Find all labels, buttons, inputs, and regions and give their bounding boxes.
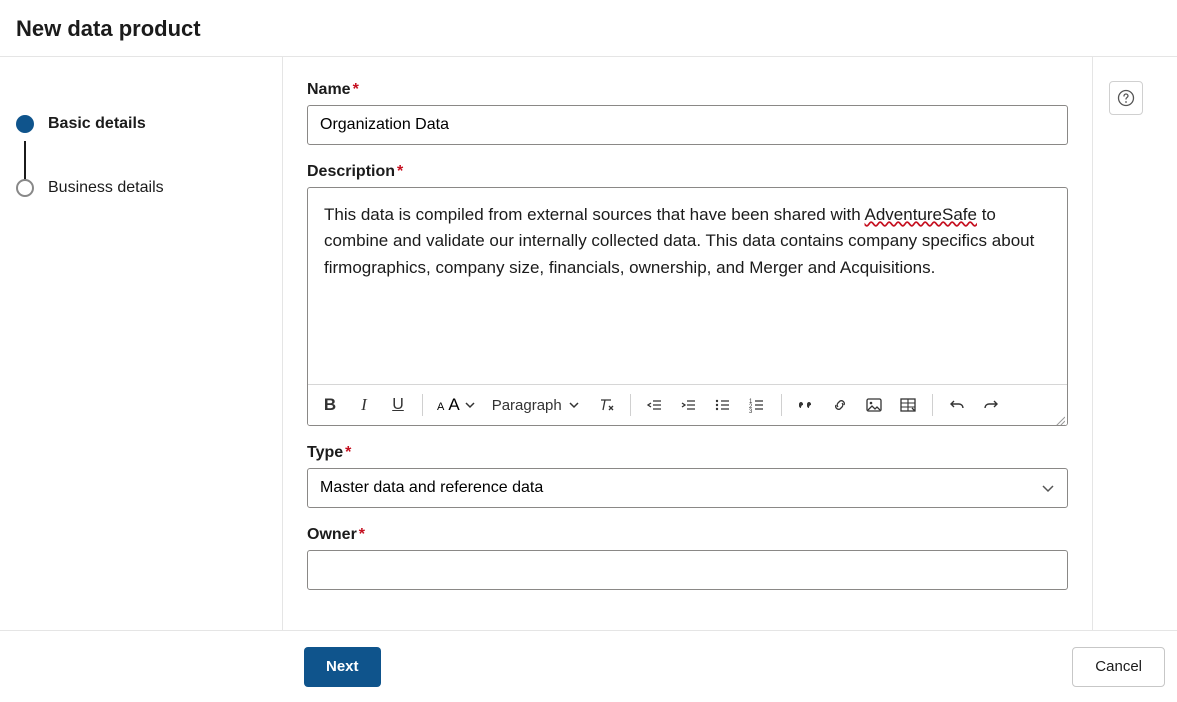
chevron-down-icon — [568, 399, 580, 411]
help-panel — [1093, 57, 1177, 630]
toolbar-separator — [422, 394, 423, 416]
cancel-button[interactable]: Cancel — [1072, 647, 1165, 687]
font-size-icon: A — [437, 401, 444, 413]
redo-button[interactable] — [975, 389, 1007, 421]
chevron-down-icon — [464, 399, 476, 411]
undo-button[interactable] — [941, 389, 973, 421]
clear-formatting-button[interactable] — [590, 389, 622, 421]
type-label: Type* — [307, 444, 1068, 462]
required-indicator-icon: * — [397, 163, 403, 180]
required-indicator-icon: * — [345, 444, 351, 461]
required-indicator-icon: * — [359, 526, 365, 543]
toolbar-separator — [932, 394, 933, 416]
paragraph-label: Paragraph — [492, 397, 562, 414]
step-label: Basic details — [48, 115, 146, 133]
link-icon — [831, 396, 849, 414]
step-basic-details[interactable]: Basic details — [0, 105, 282, 143]
description-spellcheck-word: AdventureSafe — [865, 205, 977, 224]
step-business-details[interactable]: Business details — [0, 169, 282, 207]
rich-text-editor: This data is compiled from external sour… — [307, 187, 1068, 426]
toolbar-separator — [630, 394, 631, 416]
indent-icon — [680, 396, 698, 414]
paragraph-style-button[interactable]: Paragraph — [484, 389, 588, 421]
label-text: Name — [307, 81, 351, 98]
redo-icon — [982, 396, 1000, 414]
label-text: Description — [307, 163, 395, 180]
name-input[interactable] — [307, 105, 1068, 145]
step-dot-active-icon — [16, 115, 34, 133]
underline-icon: U — [392, 396, 404, 414]
form-panel: Name* Description* This data is compiled… — [283, 57, 1093, 630]
outdent-button[interactable] — [639, 389, 671, 421]
stepper-sidebar: Basic details Business details — [0, 57, 283, 630]
clear-formatting-icon — [597, 396, 615, 414]
bullet-list-icon — [714, 396, 732, 414]
bold-button[interactable]: B — [314, 389, 346, 421]
quote-button[interactable] — [790, 389, 822, 421]
italic-button[interactable]: I — [348, 389, 380, 421]
header: New data product — [0, 0, 1177, 57]
step-dot-inactive-icon — [16, 179, 34, 197]
toolbar-separator — [781, 394, 782, 416]
image-button[interactable] — [858, 389, 890, 421]
image-icon — [865, 396, 883, 414]
link-button[interactable] — [824, 389, 856, 421]
font-size-button[interactable]: AA — [431, 389, 482, 421]
undo-icon — [948, 396, 966, 414]
owner-label: Owner* — [307, 526, 1068, 544]
table-button[interactable] — [892, 389, 924, 421]
owner-field: Owner* — [307, 526, 1068, 590]
help-button[interactable] — [1109, 81, 1143, 115]
number-list-icon: 123 — [748, 396, 766, 414]
outdent-icon — [646, 396, 664, 414]
indent-button[interactable] — [673, 389, 705, 421]
underline-button[interactable]: U — [382, 389, 414, 421]
resize-grip-icon[interactable] — [1053, 415, 1065, 426]
question-circle-icon — [1117, 89, 1135, 107]
type-field: Type* — [307, 444, 1068, 508]
number-list-button[interactable]: 123 — [741, 389, 773, 421]
description-text: This data is compiled from external sour… — [324, 205, 865, 224]
type-select[interactable] — [307, 468, 1068, 508]
table-icon — [899, 396, 917, 414]
bullet-list-button[interactable] — [707, 389, 739, 421]
next-button[interactable]: Next — [304, 647, 381, 687]
italic-icon: I — [361, 395, 367, 415]
required-indicator-icon: * — [353, 81, 359, 98]
step-label: Business details — [48, 179, 164, 197]
name-label: Name* — [307, 81, 1068, 99]
owner-input[interactable] — [307, 550, 1068, 590]
description-label: Description* — [307, 163, 1068, 181]
label-text: Owner — [307, 526, 357, 543]
quote-icon — [797, 396, 815, 414]
bold-icon: B — [324, 395, 336, 415]
name-field: Name* — [307, 81, 1068, 145]
svg-text:3: 3 — [749, 409, 753, 414]
editor-toolbar: B I U AA Paragraph — [308, 384, 1067, 425]
label-text: Type — [307, 444, 343, 461]
description-textarea[interactable]: This data is compiled from external sour… — [308, 188, 1067, 384]
font-size-icon: A — [448, 395, 459, 415]
footer-bar: Next Cancel — [0, 630, 1177, 702]
page-title: New data product — [16, 16, 1161, 42]
description-field: Description* This data is compiled from … — [307, 163, 1068, 426]
